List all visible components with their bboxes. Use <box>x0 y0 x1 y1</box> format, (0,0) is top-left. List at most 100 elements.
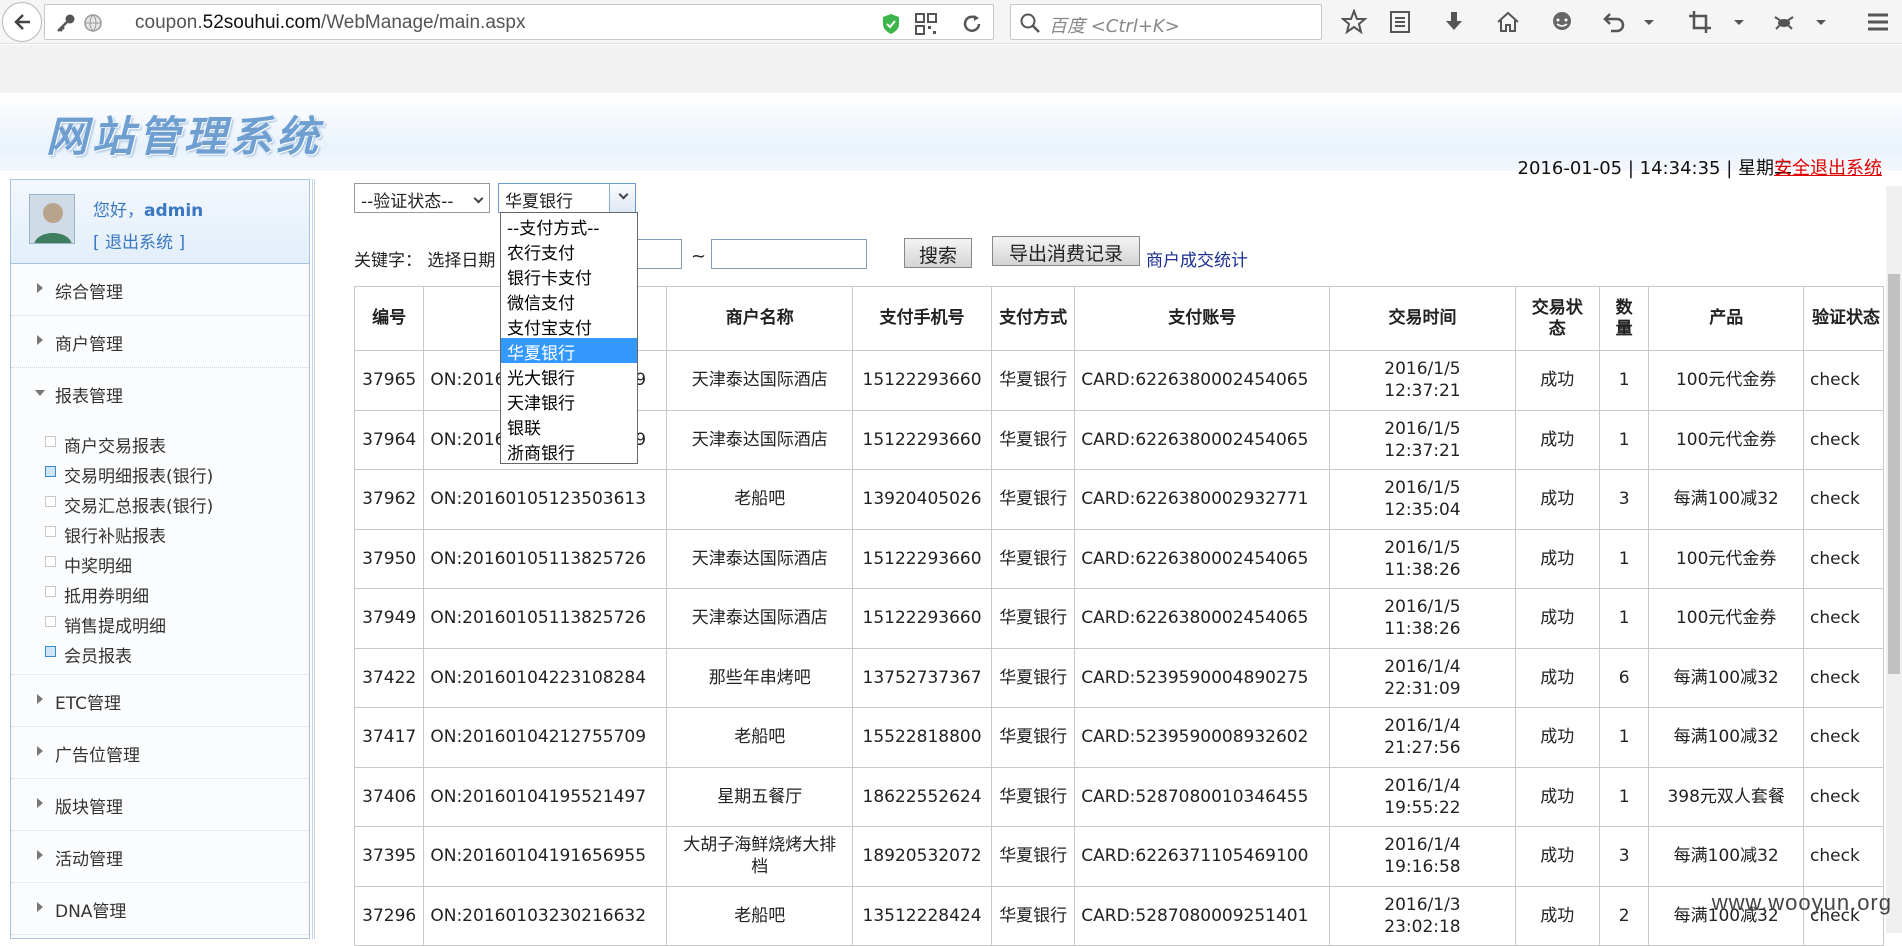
sidebar-item-trade-summary-bank[interactable]: 交易汇总报表(银行) <box>11 488 309 518</box>
reader-list-icon[interactable] <box>1386 8 1414 36</box>
verify-status-select[interactable]: --验证状态-- <box>354 183 490 213</box>
table-row[interactable]: 37962 ON:20160105123503613 老船吧 13920405026 华… <box>354 469 1884 530</box>
dropdown-button[interactable] <box>609 184 635 212</box>
url-text: coupon.52souhui.com/WebManage/main.aspx <box>135 12 526 33</box>
bullet-icon <box>45 496 56 507</box>
pay-method-select[interactable]: 华夏银行 <box>498 183 636 213</box>
caret-right-icon <box>37 283 43 293</box>
exit-system-link[interactable]: [ 退出系统 ] <box>93 228 185 253</box>
sidebar-item-voucher-detail[interactable]: 抵用券明细 <box>11 578 309 608</box>
cell-time: 2016/1/5 11:38:26 <box>1329 588 1516 649</box>
dropdown-option-selected[interactable]: 华夏银行 <box>501 338 637 364</box>
home-icon[interactable] <box>1494 8 1522 36</box>
table-row[interactable]: 37949 ON:20160105113825726 天津泰达国际酒店 1512229… <box>354 588 1884 649</box>
sidebar-group-ad-slot[interactable]: 广告位管理 <box>11 727 309 779</box>
dropdown-option[interactable]: 浙商银行 <box>501 438 637 464</box>
dropdown-option[interactable]: 微信支付 <box>501 288 637 314</box>
reload-icon[interactable] <box>961 13 983 35</box>
sidebar-group-section[interactable]: 版块管理 <box>11 779 309 831</box>
caret-right-icon <box>37 694 43 704</box>
cell-order: ON:20160104223108284 <box>423 647 668 708</box>
sidebar-item-sales-commission[interactable]: 销售提成明细 <box>11 608 309 638</box>
cell-order: ON:20160105123503613 <box>423 469 668 530</box>
chevron-down-icon[interactable] <box>1640 8 1658 36</box>
watermark: www.wooyun.org <box>1711 890 1892 915</box>
sidebar-group-reports[interactable]: 报表管理 <box>11 368 309 420</box>
sidebar-group-dna[interactable]: DNA管理 <box>11 883 309 935</box>
dropdown-option[interactable]: 天津银行 <box>501 388 637 414</box>
qrcode-icon[interactable] <box>915 13 937 35</box>
cell-verify: check <box>1803 647 1884 708</box>
table-row[interactable]: 37422 ON:20160104223108284 那些年串烤吧 137527373… <box>354 647 1884 708</box>
cell-product: 每满100减32 <box>1648 647 1805 708</box>
table-row[interactable]: 37395 ON:20160104191656955 大胡子海鲜烧烤大排档 18920… <box>354 826 1884 887</box>
cell-account: CARD:6226380002454065 <box>1074 528 1331 589</box>
table-row[interactable]: 37417 ON:20160104212755709 老船吧 15522818800 华… <box>354 707 1884 768</box>
cell-merchant: 天津泰达国际酒店 <box>666 588 853 649</box>
cell-time: 2016/1/3 23:02:18 <box>1329 885 1516 946</box>
export-records-button[interactable]: 导出消费记录 <box>992 236 1140 266</box>
sidebar-item-trade-detail-bank[interactable]: 交易明细报表(银行) <box>11 458 309 488</box>
sidebar-group-general[interactable]: 综合管理 <box>11 264 309 316</box>
hamburger-menu-icon[interactable] <box>1864 8 1892 36</box>
search-button[interactable]: 搜索 <box>904 238 972 268</box>
sidebar-group-activity[interactable]: 活动管理 <box>11 831 309 883</box>
address-bar[interactable]: coupon.52souhui.com/WebManage/main.aspx <box>44 4 994 40</box>
crop-icon[interactable] <box>1686 8 1714 36</box>
sidebar-item-prize-detail[interactable]: 中奖明细 <box>11 548 309 578</box>
chevron-down-icon[interactable] <box>1730 8 1748 36</box>
range-separator: ~ <box>691 246 707 267</box>
trade-date: 2016/1/5 <box>1384 418 1461 439</box>
username: admin <box>144 201 204 221</box>
search-bar[interactable]: 百度 <Ctrl+K> <box>1010 4 1322 40</box>
sidebar-group-merchant[interactable]: 商户管理 <box>11 316 309 368</box>
col-header-method: 支付方式 <box>991 286 1076 351</box>
sidebar-item-merchant-trade-report[interactable]: 商户交易报表 <box>11 428 309 458</box>
cell-account: CARD:5239590004890275 <box>1074 647 1331 708</box>
cell-phone: 13920405026 <box>851 469 993 530</box>
dropdown-option[interactable]: 光大银行 <box>501 363 637 389</box>
cell-account: CARD:5287080010346455 <box>1074 766 1331 827</box>
safe-logout-link[interactable]: 安全退出系统 <box>1774 154 1882 180</box>
bullet-icon <box>45 436 56 447</box>
cell-product: 100元代金券 <box>1648 350 1805 411</box>
table-row[interactable]: 37296 ON:20160103230216632 老船吧 13512228424 华… <box>354 885 1884 946</box>
shield-icon[interactable] <box>881 13 901 35</box>
cell-qty: 1 <box>1598 588 1650 649</box>
bullet-icon <box>45 526 56 537</box>
back-button[interactable] <box>2 2 42 42</box>
cell-order: ON:20160105113825726 <box>423 528 668 589</box>
bookmark-star-icon[interactable] <box>1340 8 1368 36</box>
table-row[interactable]: 37406 ON:20160104195521497 星期五餐厅 1862255262… <box>354 766 1884 827</box>
sidebar-group-etc[interactable]: ETC管理 <box>11 675 309 727</box>
merchant-stats-link[interactable]: 商户成交统计 <box>1146 246 1248 271</box>
sidebar-item-member-report[interactable]: 会员报表 <box>11 638 309 668</box>
avatar <box>29 194 75 244</box>
dropdown-option[interactable]: 支付宝支付 <box>501 313 637 339</box>
cell-merchant: 大胡子海鲜烧烤大排档 <box>666 826 853 887</box>
splitter[interactable] <box>312 179 315 939</box>
chevron-down-icon[interactable] <box>1812 8 1830 36</box>
sidebar-item-bank-subsidy[interactable]: 银行补贴报表 <box>11 518 309 548</box>
scrollbar-thumb[interactable] <box>1888 274 1900 674</box>
table-row[interactable]: 37950 ON:20160105113825726 天津泰达国际酒店 1512229… <box>354 528 1884 589</box>
keyword-label: 关键字： 选择日期 <box>354 251 496 271</box>
cell-qty: 1 <box>1598 766 1650 827</box>
bullet-icon <box>45 466 56 477</box>
chat-icon[interactable] <box>1548 8 1576 36</box>
download-icon[interactable] <box>1440 8 1468 36</box>
undo-icon[interactable] <box>1600 8 1628 36</box>
cell-phone: 15122293660 <box>851 350 993 411</box>
bug-icon[interactable] <box>1770 8 1798 36</box>
cell-status: 成功 <box>1514 647 1600 708</box>
trade-date: 2016/1/5 <box>1384 478 1461 499</box>
dropdown-option[interactable]: --支付方式-- <box>501 213 637 239</box>
end-date-input[interactable] <box>711 239 867 269</box>
vertical-scrollbar[interactable] <box>1886 186 1902 933</box>
cell-order: ON:20160104195521497 <box>423 766 668 827</box>
cell-phone: 15122293660 <box>851 409 993 470</box>
dropdown-option[interactable]: 农行支付 <box>501 238 637 264</box>
cell-merchant: 老船吧 <box>666 885 853 946</box>
dropdown-option[interactable]: 银行卡支付 <box>501 263 637 289</box>
dropdown-option[interactable]: 银联 <box>501 413 637 439</box>
